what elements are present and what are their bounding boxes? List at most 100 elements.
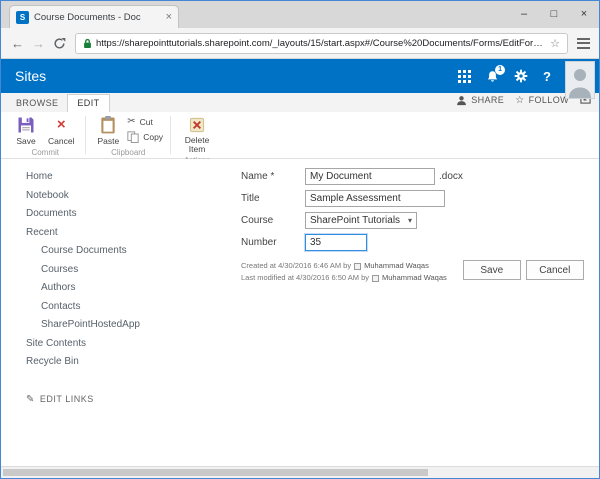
cut-button[interactable]: ✂ Cut: [127, 116, 163, 128]
suite-bar: Sites 1 ?: [1, 59, 599, 99]
url-text[interactable]: https://sharepointtutorials.sharepoint.c…: [96, 38, 545, 49]
lock-icon: [83, 38, 92, 49]
group-label-clipboard: Clipboard: [111, 148, 146, 157]
share-label: SHARE: [471, 95, 505, 105]
number-label: Number: [241, 237, 277, 248]
ribbon-group-commit: Save × Cancel Commit: [5, 112, 85, 158]
tab-title: Course Documents - Doc: [34, 11, 141, 23]
save-icon: [18, 117, 34, 133]
modified-text: Last modified at 4/30/2016 6:50 AM by: [241, 273, 370, 282]
name-label: Name *: [241, 171, 275, 182]
tab-browse[interactable]: BROWSE: [7, 95, 67, 112]
sidebar-item-contacts[interactable]: Contacts: [26, 298, 227, 317]
help-icon[interactable]: ?: [543, 69, 551, 84]
settings-gear-icon[interactable]: [514, 69, 528, 83]
sharepoint-favicon: S: [16, 10, 29, 24]
save-label: Save: [16, 136, 36, 146]
refresh-icon: [54, 37, 66, 49]
copy-icon: [127, 131, 139, 143]
name-suffix: .docx: [439, 171, 463, 182]
forward-button[interactable]: →: [28, 36, 49, 51]
ribbon-tab-row: BROWSE EDIT SHARE ☆ FOLLOW: [1, 93, 599, 112]
bookmark-star-icon[interactable]: ☆: [550, 37, 560, 50]
edit-links-label: EDIT LINKS: [39, 394, 94, 404]
cancel-x-icon: ×: [56, 116, 66, 133]
close-window-button[interactable]: ×: [569, 1, 599, 28]
ribbon-group-clipboard: Paste ✂ Cut Copy Clipboard: [86, 112, 170, 158]
sidebar-item-notebook[interactable]: Notebook: [26, 187, 227, 206]
number-input[interactable]: [305, 234, 367, 251]
browser-toolbar: ← → https://sharepointtutorials.sharepoi…: [1, 28, 599, 59]
maximize-button[interactable]: □: [539, 1, 569, 28]
name-input[interactable]: [305, 168, 435, 185]
modified-by-name[interactable]: Muhammad Waqas: [382, 272, 447, 284]
sidebar-item-course-documents[interactable]: Course Documents: [26, 242, 227, 261]
created-by-name[interactable]: Muhammad Waqas: [364, 260, 429, 272]
dropdown-arrow-icon: ▾: [407, 216, 412, 225]
modified-by-presence-icon: [372, 274, 380, 282]
created-by-presence-icon: [354, 262, 362, 270]
group-label-commit: Commit: [31, 148, 60, 157]
minimize-button[interactable]: –: [509, 1, 539, 28]
sidebar: Home Notebook Documents Recent Course Do…: [1, 159, 227, 466]
form-cancel-button[interactable]: Cancel: [525, 260, 584, 280]
sidebar-item-courses[interactable]: Courses: [26, 261, 227, 280]
suite-title[interactable]: Sites: [15, 68, 46, 84]
delete-item-button[interactable]: Delete Item: [178, 114, 216, 154]
sidebar-item-home[interactable]: Home: [26, 168, 227, 187]
menu-icon[interactable]: [573, 37, 593, 49]
ribbon-group-actions: Delete Item Actions: [171, 112, 223, 165]
edit-links-pencil-icon: ✎: [26, 393, 35, 405]
notification-badge: 1: [495, 64, 506, 75]
person-silhouette-icon: [566, 62, 594, 98]
ribbon: Save × Cancel Commit Paste ✂ Cut Copy Cl…: [1, 112, 599, 165]
sidebar-item-documents[interactable]: Documents: [26, 205, 227, 224]
paste-label: Paste: [97, 136, 120, 146]
address-bar[interactable]: https://sharepointtutorials.sharepoint.c…: [75, 32, 568, 54]
share-button[interactable]: SHARE: [456, 95, 504, 106]
browser-tab-strip: S Course Documents - Doc × – □ ×: [1, 1, 599, 28]
tab-edit[interactable]: EDIT: [67, 94, 110, 112]
window-controls: – □ ×: [509, 1, 599, 28]
browser-tab[interactable]: S Course Documents - Doc ×: [9, 5, 179, 28]
course-label: Course: [241, 215, 274, 226]
delete-item-label: Delete Item: [184, 135, 210, 154]
sidebar-item-site-contents[interactable]: Site Contents: [26, 335, 227, 354]
copy-button[interactable]: Copy: [127, 131, 163, 143]
sidebar-item-recycle-bin[interactable]: Recycle Bin: [26, 353, 227, 372]
title-input[interactable]: [305, 190, 445, 207]
sidebar-item-sharepointhostedapp[interactable]: SharePointHostedApp: [26, 316, 227, 335]
course-select[interactable]: SharePoint Tutorials ▾: [305, 212, 417, 229]
edit-form: Name * .docx Title Course SharePoint Tut…: [227, 159, 599, 466]
share-person-icon: [457, 95, 467, 105]
follow-button[interactable]: ☆ FOLLOW: [515, 95, 569, 106]
refresh-button[interactable]: [49, 37, 70, 50]
suite-icons: 1 ?: [458, 64, 551, 84]
cut-scissors-icon: ✂: [127, 116, 136, 127]
form-footer: Created at 4/30/2016 6:46 AM by Muhammad…: [241, 260, 599, 284]
sidebar-item-recent[interactable]: Recent: [26, 224, 227, 243]
page-content: Home Notebook Documents Recent Course Do…: [1, 159, 599, 466]
horizontal-scrollbar[interactable]: [1, 466, 599, 478]
edit-links-button[interactable]: ✎ EDIT LINKS: [26, 394, 227, 405]
scrollbar-thumb[interactable]: [3, 469, 428, 476]
copy-label: Copy: [143, 132, 164, 142]
cut-label: Cut: [139, 117, 153, 127]
tab-close-icon[interactable]: ×: [166, 11, 172, 23]
cancel-button[interactable]: × Cancel: [44, 114, 78, 146]
course-selected-value: SharePoint Tutorials: [310, 215, 401, 226]
follow-star-icon: ☆: [515, 94, 525, 106]
sidebar-item-authors[interactable]: Authors: [26, 279, 227, 298]
paste-button[interactable]: Paste: [93, 114, 123, 146]
back-button[interactable]: ←: [7, 36, 28, 51]
browser-window: S Course Documents - Doc × – □ × ← → htt…: [0, 0, 600, 479]
app-launcher-icon[interactable]: [458, 69, 472, 83]
avatar[interactable]: [565, 61, 595, 99]
delete-item-icon: [189, 117, 205, 133]
notifications-bell-icon[interactable]: 1: [486, 64, 506, 83]
paste-icon: [101, 116, 116, 134]
title-label: Title: [241, 193, 260, 204]
follow-label: FOLLOW: [528, 95, 569, 105]
save-button[interactable]: Save: [12, 114, 40, 146]
form-save-button[interactable]: Save: [462, 260, 521, 280]
